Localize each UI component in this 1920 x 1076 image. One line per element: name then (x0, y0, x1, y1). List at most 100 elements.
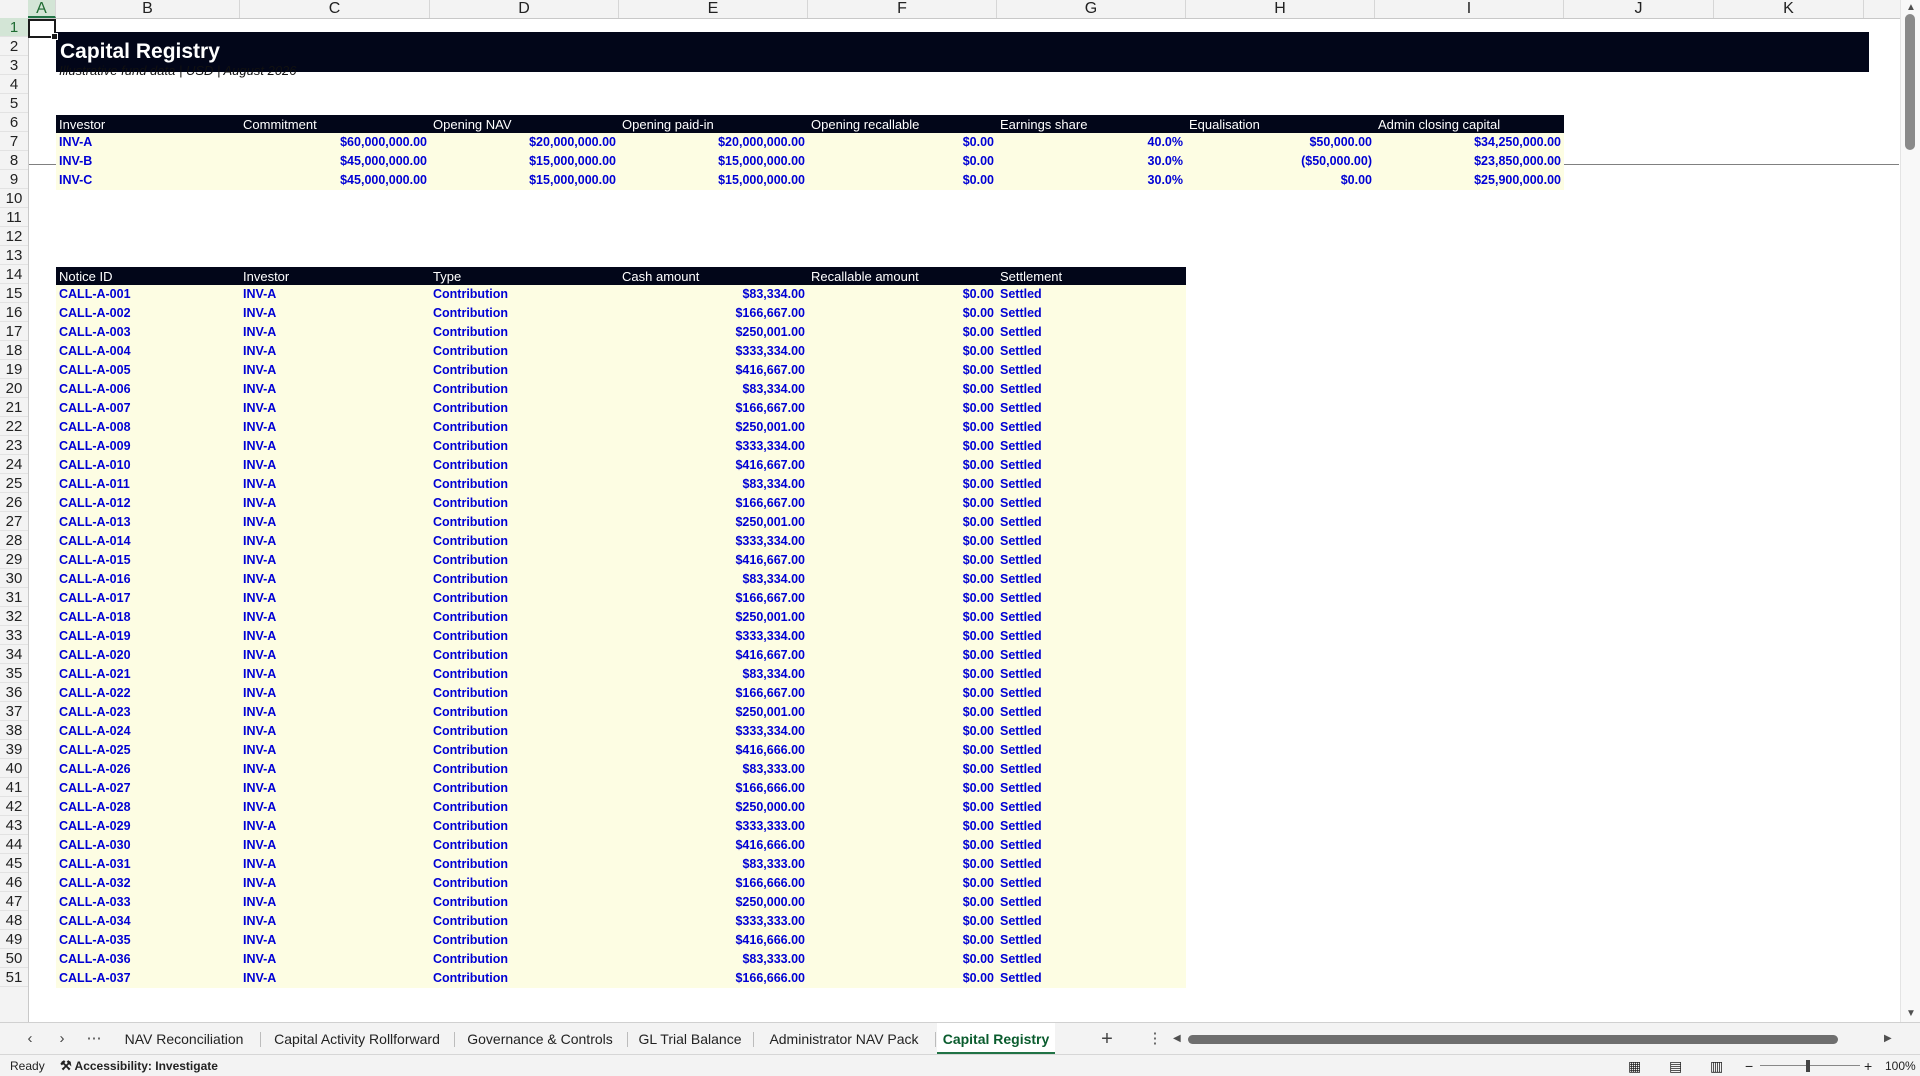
column-header[interactable]: K (1714, 0, 1864, 18)
notice-cell[interactable]: INV-A (240, 741, 430, 760)
notice-cell[interactable]: CALL-A-016 (56, 570, 240, 589)
notice-cell[interactable]: $0.00 (808, 874, 997, 893)
chevron-right-icon[interactable]: › (51, 1023, 73, 1055)
column-header[interactable]: D (430, 0, 619, 18)
notice-cell[interactable]: Contribution (430, 551, 619, 570)
notice-header-cell[interactable]: Investor (240, 267, 430, 286)
notice-cell[interactable]: INV-A (240, 779, 430, 798)
normal-view-icon[interactable]: ▦ (1628, 1055, 1641, 1076)
row-header[interactable]: 11 (0, 208, 28, 227)
notice-cell[interactable]: Settled (997, 304, 1186, 323)
row-header[interactable]: 30 (0, 569, 28, 588)
notice-cell[interactable]: $250,001.00 (619, 703, 808, 722)
row-header[interactable]: 51 (0, 968, 28, 987)
notice-cell[interactable]: Contribution (430, 608, 619, 627)
notice-cell[interactable]: INV-A (240, 361, 430, 380)
notice-cell[interactable]: Settled (997, 855, 1186, 874)
row-header[interactable]: 8 (0, 151, 28, 170)
notice-cell[interactable]: Contribution (430, 494, 619, 513)
row-header[interactable]: 14 (0, 265, 28, 284)
notice-cell[interactable]: INV-A (240, 399, 430, 418)
notice-cell[interactable]: INV-A (240, 817, 430, 836)
row-header[interactable]: 49 (0, 930, 28, 949)
chevron-left-icon[interactable]: ‹ (19, 1023, 41, 1055)
notice-cell[interactable]: $250,001.00 (619, 323, 808, 342)
notice-cell[interactable]: INV-A (240, 532, 430, 551)
notice-cell[interactable]: INV-A (240, 969, 430, 988)
notice-cell[interactable]: Contribution (430, 589, 619, 608)
page-layout-icon[interactable]: ▤ (1669, 1055, 1682, 1076)
notice-cell[interactable]: Contribution (430, 969, 619, 988)
notice-cell[interactable]: CALL-A-030 (56, 836, 240, 855)
investor-header-cell[interactable]: Opening NAV (430, 115, 619, 134)
row-header[interactable]: 15 (0, 284, 28, 303)
row-header[interactable]: 9 (0, 170, 28, 189)
notice-cell[interactable]: CALL-A-028 (56, 798, 240, 817)
scroll-down-icon[interactable]: ▼ (1906, 1008, 1916, 1019)
notice-cell[interactable]: CALL-A-008 (56, 418, 240, 437)
notice-cell[interactable]: $0.00 (808, 760, 997, 779)
notice-cell[interactable]: $416,666.00 (619, 741, 808, 760)
notice-cell[interactable]: Settled (997, 551, 1186, 570)
notice-cell[interactable]: $0.00 (808, 513, 997, 532)
notice-cell[interactable]: $250,001.00 (619, 513, 808, 532)
investor-cell[interactable]: $0.00 (808, 171, 997, 190)
notice-cell[interactable]: CALL-A-009 (56, 437, 240, 456)
investor-header-cell[interactable]: Investor (56, 115, 240, 134)
notice-cell[interactable]: INV-A (240, 513, 430, 532)
notice-cell[interactable]: Settled (997, 570, 1186, 589)
notice-cell[interactable]: INV-A (240, 418, 430, 437)
investor-cell[interactable]: $34,250,000.00 (1375, 133, 1564, 152)
row-header[interactable]: 48 (0, 911, 28, 930)
notice-cell[interactable]: Settled (997, 684, 1186, 703)
plus-icon[interactable]: + (1096, 1023, 1118, 1055)
notice-cell[interactable]: Settled (997, 437, 1186, 456)
notice-cell[interactable]: Settled (997, 874, 1186, 893)
notice-cell[interactable]: Contribution (430, 855, 619, 874)
notice-cell[interactable]: $416,667.00 (619, 361, 808, 380)
row-header[interactable]: 43 (0, 816, 28, 835)
notice-cell[interactable]: $0.00 (808, 285, 997, 304)
notice-cell[interactable]: $333,333.00 (619, 912, 808, 931)
notice-cell[interactable]: CALL-A-025 (56, 741, 240, 760)
row-header[interactable]: 18 (0, 341, 28, 360)
zoom-slider-track[interactable] (1760, 1065, 1860, 1066)
notice-cell[interactable]: $0.00 (808, 893, 997, 912)
zoom-slider-thumb[interactable] (1806, 1060, 1810, 1072)
notice-cell[interactable]: CALL-A-018 (56, 608, 240, 627)
vertical-scroll-thumb[interactable] (1905, 14, 1915, 150)
notice-cell[interactable]: Settled (997, 912, 1186, 931)
row-header[interactable]: 44 (0, 835, 28, 854)
investor-cell[interactable]: $60,000,000.00 (240, 133, 430, 152)
notice-cell[interactable]: $0.00 (808, 627, 997, 646)
notice-cell[interactable]: $416,667.00 (619, 646, 808, 665)
column-header[interactable]: I (1375, 0, 1564, 18)
notice-cell[interactable]: INV-A (240, 551, 430, 570)
notice-cell[interactable]: INV-A (240, 950, 430, 969)
sheet-tab[interactable]: NAV Reconciliation (110, 1023, 258, 1055)
row-header[interactable]: 12 (0, 227, 28, 246)
notice-cell[interactable]: $0.00 (808, 684, 997, 703)
investor-cell[interactable]: INV-B (56, 152, 240, 171)
sheet-grid[interactable]: Capital Registry Illustrative fund data … (29, 19, 1899, 1022)
notice-cell[interactable]: CALL-A-026 (56, 760, 240, 779)
notice-cell[interactable]: $0.00 (808, 912, 997, 931)
horizontal-scrollbar[interactable]: ◀ ▶ (1168, 1030, 1892, 1048)
notice-cell[interactable]: Settled (997, 532, 1186, 551)
notice-cell[interactable]: Contribution (430, 399, 619, 418)
notice-cell[interactable]: $0.00 (808, 342, 997, 361)
row-header[interactable]: 19 (0, 360, 28, 379)
notice-cell[interactable]: $0.00 (808, 570, 997, 589)
row-header[interactable]: 36 (0, 683, 28, 702)
notice-cell[interactable]: INV-A (240, 570, 430, 589)
investor-cell[interactable]: $45,000,000.00 (240, 171, 430, 190)
column-header[interactable]: H (1186, 0, 1375, 18)
notice-cell[interactable]: Contribution (430, 342, 619, 361)
notice-cell[interactable]: Settled (997, 722, 1186, 741)
column-header[interactable]: E (619, 0, 808, 18)
notice-cell[interactable]: $250,001.00 (619, 608, 808, 627)
notice-cell[interactable]: CALL-A-001 (56, 285, 240, 304)
column-header[interactable]: B (56, 0, 240, 18)
notice-cell[interactable]: Contribution (430, 912, 619, 931)
notice-cell[interactable]: CALL-A-034 (56, 912, 240, 931)
